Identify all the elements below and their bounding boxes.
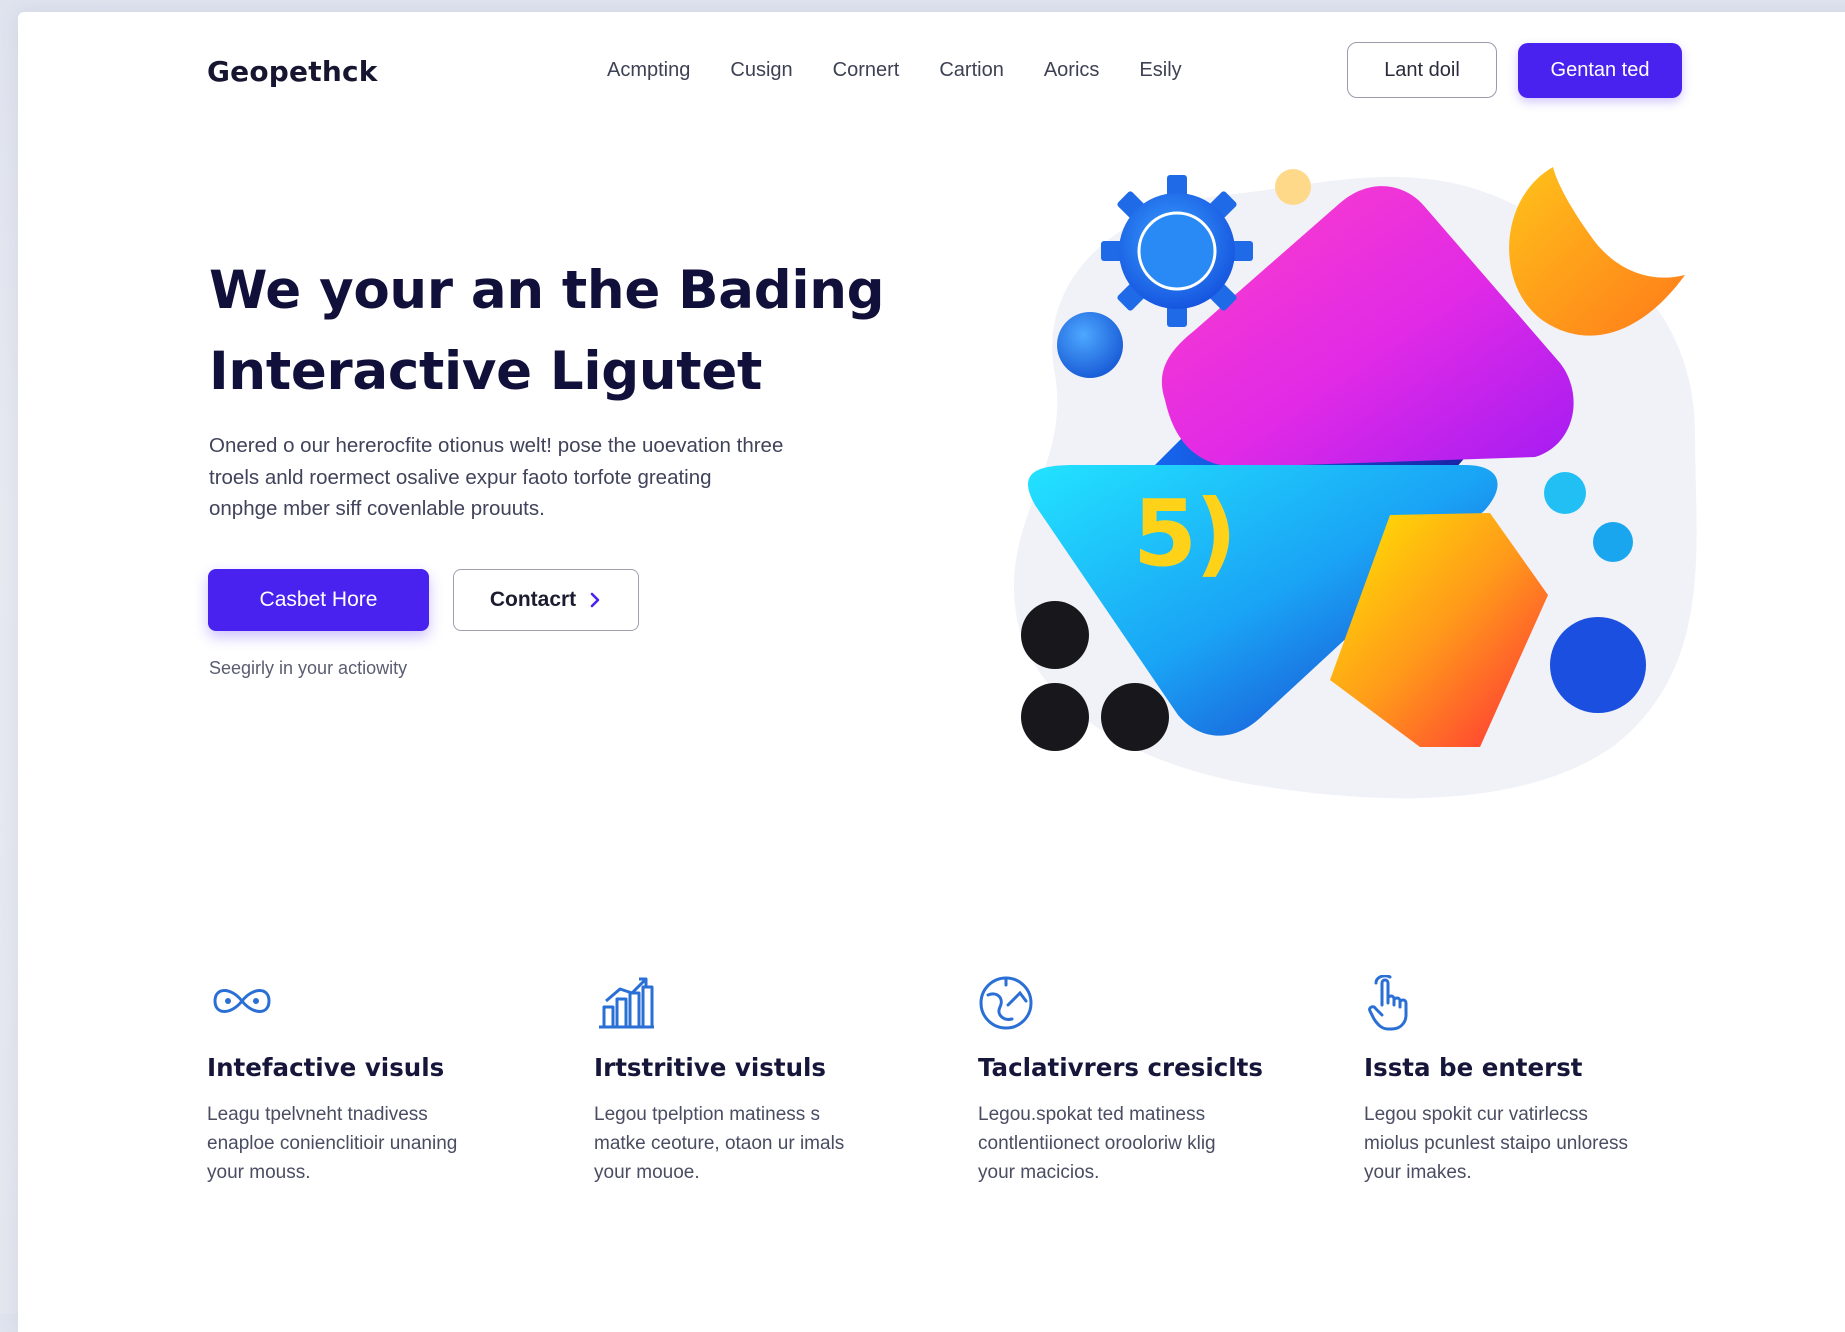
nav-item-cornert[interactable]: Cornert (833, 59, 900, 82)
features-section: Intefactive visuls Leagu tpelvneht tnadi… (0, 975, 1845, 1215)
art-number-glyph: 5) (1133, 480, 1235, 587)
feature-description-line: Leagu tpelvneht tnadivess (207, 1104, 428, 1125)
feature-card: Intefactive visuls Leagu tpelvneht tnadi… (207, 975, 537, 1187)
contact-button-label: Contacrt (489, 588, 577, 611)
black-dot (1101, 683, 1169, 751)
nav-item-cartion[interactable]: Cartion (939, 59, 1003, 82)
feature-title: Intefactive visuls (207, 1053, 445, 1082)
moon-shape (1509, 167, 1685, 336)
feature-description-line: contlentiionect orooloriw klig (978, 1133, 1216, 1154)
feature-description: Legou.spokat ted matiness contlentiionec… (978, 1100, 1308, 1187)
brand-logo[interactable]: Geopethck (207, 55, 378, 88)
feature-description-line: your mouoe. (594, 1162, 700, 1183)
cyan-dot (1544, 472, 1586, 514)
feature-description: Legou spokit cur vatirlecss miolus pcunl… (1364, 1100, 1694, 1187)
feature-card: Issta be enterst Legou spokit cur vatirl… (1364, 975, 1694, 1187)
login-button[interactable]: Lant doil (1347, 42, 1497, 98)
hero-description-line: Onered o our hererocfite otionus welt! p… (209, 434, 784, 457)
hero-illustration: 5) (1013, 167, 1697, 799)
feature-description-line: Legou.spokat ted matiness (978, 1104, 1206, 1125)
hero-title: We your an the Bading Interactive Ligute… (209, 250, 969, 412)
feature-card: Taclativrers cresiclts Legou.spokat ted … (978, 975, 1308, 1187)
globe-chart-icon (979, 976, 1033, 1030)
cyan-dot (1593, 522, 1633, 562)
feature-description-line: your mouss. (207, 1162, 311, 1183)
hero-title-line-2: Interactive Ligutet (209, 341, 763, 402)
hero-primary-button[interactable]: Casbet Hore (208, 569, 429, 631)
feature-title: Taclativrers cresiclts (978, 1053, 1263, 1082)
hero-note: Seegirly in your actiowity (209, 658, 408, 678)
nav-item-aorics[interactable]: Aorics (1044, 59, 1100, 82)
nav-item-acmpting[interactable]: Acmpting (607, 59, 690, 82)
feature-description-line: miolus pcunlest staipo unloress (1364, 1133, 1629, 1154)
nav-item-cusign[interactable]: Cusign (730, 59, 792, 82)
feature-title: Issta be enterst (1364, 1053, 1583, 1082)
feature-description: Legou tpelption matiness s matke ceoture… (594, 1100, 924, 1187)
contact-button[interactable]: Contacrt (453, 569, 639, 631)
infinity-loop-icon (213, 989, 271, 1013)
chevron-right-icon (590, 592, 600, 608)
feature-description: Leagu tpelvneht tnadivess enaploe conien… (207, 1100, 537, 1187)
blue-circle (1550, 617, 1646, 713)
hero-description-line: onphge mber siff covenlable prouuts. (209, 497, 545, 520)
pointer-hand-icon (1368, 975, 1408, 1031)
feature-description-line: Legou tpelption matiness s (594, 1104, 821, 1125)
gear-shape (1101, 175, 1253, 327)
yellow-dot (1275, 169, 1311, 205)
hero-title-line-1: We your an the Bading (209, 260, 885, 321)
bar-chart-growth-icon (599, 977, 654, 1029)
feature-description-line: Legou spokit cur vatirlecss (1364, 1104, 1588, 1125)
hero-description-line: troels anld roermect osalive expur faoto… (209, 465, 712, 489)
feature-title: Irtstritive vistuls (594, 1053, 826, 1082)
feature-description-line: your imakes. (1364, 1162, 1472, 1183)
feature-description-line: enaploe conienclitioir unaning (207, 1133, 458, 1154)
feature-description-line: matke ceoture, otaon ur imals (594, 1133, 845, 1154)
blue-ball (1057, 312, 1123, 378)
nav-item-esily[interactable]: Esily (1139, 59, 1181, 82)
black-dot (1021, 683, 1089, 751)
feature-card: Irtstritive vistuls Legou tpelption mati… (594, 975, 924, 1187)
main-nav: Acmpting Cusign Cornert Cartion Aorics E… (607, 59, 1222, 82)
black-dot (1021, 601, 1089, 669)
hero-description: Onered o our hererocfite otionus welt! p… (209, 430, 869, 525)
feature-description-line: your macicios. (978, 1162, 1100, 1183)
get-started-button[interactable]: Gentan ted (1518, 43, 1682, 98)
